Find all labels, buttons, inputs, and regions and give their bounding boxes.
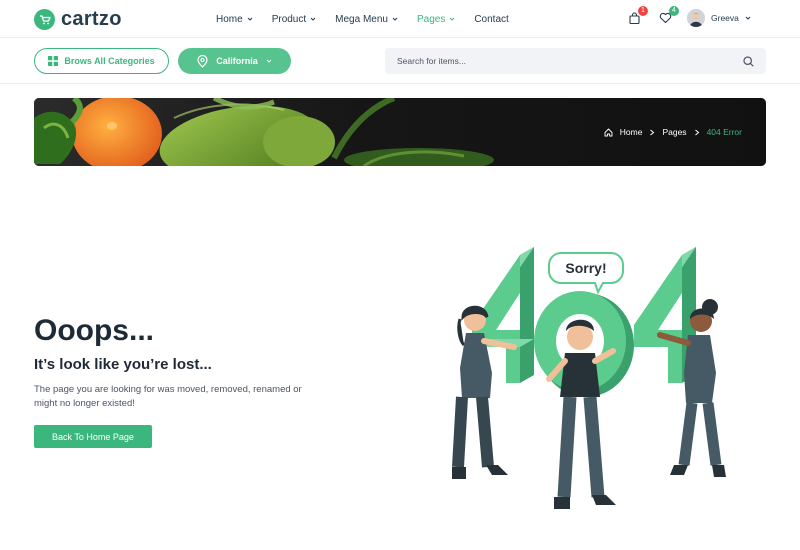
error-subtitle: It’s look like you’re lost... xyxy=(34,356,212,373)
nav-item-label: Mega Menu xyxy=(335,13,388,25)
top-header: cartzo Home Product Mega Menu Pages Contact … xyxy=(0,0,800,38)
grid-icon xyxy=(48,56,59,66)
sub-header: Brows All Categories California Search f… xyxy=(0,38,800,84)
brand-name: cartzo xyxy=(61,8,122,30)
location-label: California xyxy=(216,56,258,66)
nav-item-label: Pages xyxy=(416,13,446,25)
nav-item-label: Contact xyxy=(474,13,509,25)
nav-item-contact[interactable]: Contact xyxy=(474,14,508,25)
user-name: Greeva xyxy=(711,13,739,23)
chevron-down-icon xyxy=(392,17,398,21)
error-description: The page you are looking for was moved, … xyxy=(34,384,302,409)
brand-logo[interactable]: cartzo xyxy=(34,8,122,31)
error-title: Ooops... xyxy=(34,314,154,347)
search-input[interactable]: Search for items... xyxy=(385,48,766,74)
cart-count-badge: 1 xyxy=(638,6,648,16)
map-pin-icon xyxy=(197,54,208,68)
wishlist-button[interactable]: 4 xyxy=(656,6,679,27)
breadcrumb-home[interactable]: Home xyxy=(620,127,643,137)
cart-button[interactable]: 1 xyxy=(625,6,648,27)
header-actions: 1 4 Greeva xyxy=(625,6,751,27)
people-holding-404-image: Sorry! xyxy=(452,247,726,509)
chevron-down-icon xyxy=(266,59,272,63)
chevron-down-icon xyxy=(745,16,751,20)
cart-logo-icon xyxy=(34,9,55,30)
main-nav: Home Product Mega Menu Pages Contact xyxy=(216,0,528,38)
nav-item-label: Home xyxy=(216,13,243,25)
breadcrumb-pages[interactable]: Pages xyxy=(662,127,686,137)
page-banner: Home Pages 404 Error xyxy=(34,98,766,166)
breadcrumb: Home Pages 404 Error xyxy=(604,127,742,137)
search-icon[interactable] xyxy=(743,55,754,67)
browse-categories-label: Brows All Categories xyxy=(64,56,155,66)
back-home-button[interactable]: Back To Home Page xyxy=(34,425,152,448)
chevron-down-icon xyxy=(449,17,455,21)
breadcrumb-current: 404 Error xyxy=(706,127,742,137)
sorry-bubble-text: Sorry! xyxy=(565,260,606,276)
chevron-down-icon xyxy=(310,17,316,21)
nav-item-label: Product xyxy=(271,13,307,25)
chevron-right-icon xyxy=(694,129,699,135)
browse-categories-button[interactable]: Brows All Categories xyxy=(34,48,169,74)
chevron-down-icon xyxy=(247,17,253,21)
404-illustration: Sorry! xyxy=(430,235,750,535)
chevron-right-icon xyxy=(650,129,655,135)
location-select[interactable]: California xyxy=(178,48,291,74)
nav-item-home[interactable]: Home xyxy=(216,14,253,25)
wishlist-count-badge: 4 xyxy=(669,6,679,16)
nav-item-mega-menu[interactable]: Mega Menu xyxy=(335,14,398,25)
nav-item-product[interactable]: Product xyxy=(272,14,316,25)
home-icon xyxy=(604,128,613,136)
nav-item-pages[interactable]: Pages xyxy=(417,14,455,25)
search-placeholder: Search for items... xyxy=(397,56,466,66)
user-menu[interactable]: Greeva xyxy=(687,9,751,27)
avatar xyxy=(687,9,705,27)
